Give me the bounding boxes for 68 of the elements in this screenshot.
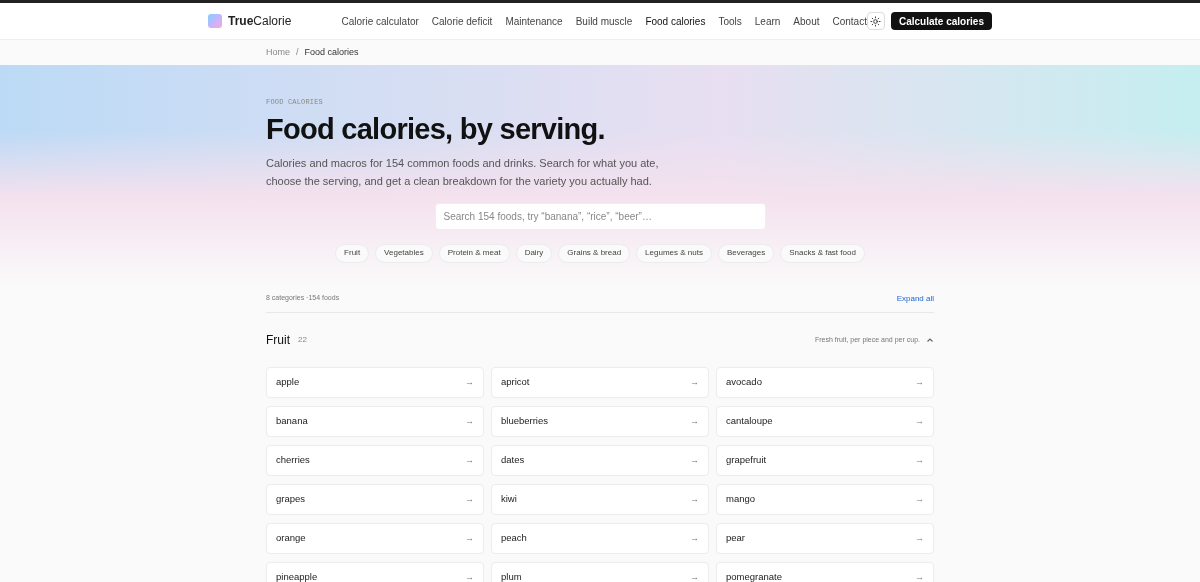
- hero-description: Calories and macros for 154 common foods and drinks. Search for what you ate, choose the serving, and get a clean breakdown for the variety you actually had.: [266, 155, 660, 189]
- logo[interactable]: TrueCalorie: [228, 12, 292, 30]
- food-item-card[interactable]: pear →: [716, 523, 934, 554]
- arrow-icon: →: [465, 453, 474, 468]
- food-item-card[interactable]: plum →: [491, 562, 709, 582]
- nav-link[interactable]: Calorie deficit: [431, 13, 493, 29]
- arrow-icon: →: [915, 531, 924, 546]
- food-item-card[interactable]: mango →: [716, 484, 934, 515]
- food-item-card[interactable]: apricot →: [491, 367, 709, 398]
- category-chip[interactable]: Beverages: [717, 243, 775, 263]
- food-item-card[interactable]: pomegranate →: [716, 562, 934, 582]
- breadcrumb-separator: /: [296, 45, 299, 59]
- arrow-icon: →: [915, 492, 924, 507]
- nav-link[interactable]: Food calories: [645, 13, 706, 29]
- category-chip[interactable]: Grains & bread: [558, 243, 631, 263]
- category-chip[interactable]: Dairy: [515, 243, 553, 263]
- food-item-card[interactable]: blueberries →: [491, 406, 709, 437]
- nav-link[interactable]: Calorie calculator: [341, 13, 419, 29]
- food-item-card[interactable]: grapes →: [266, 484, 484, 515]
- arrow-icon: →: [690, 492, 699, 507]
- nav-link[interactable]: Contact: [832, 13, 867, 29]
- sun-icon: [870, 15, 882, 27]
- page-title: Food calories, by serving.: [266, 111, 606, 147]
- arrow-icon: →: [690, 453, 699, 468]
- category-chip[interactable]: Fruit: [335, 243, 370, 263]
- arrow-icon: →: [465, 531, 474, 546]
- category-chip[interactable]: Legumes & nuts: [636, 243, 712, 263]
- expand-all-link[interactable]: Expand all: [896, 292, 934, 305]
- search-field[interactable]: Search 154 foods, try “banana”, “rice”, “beer”…: [434, 202, 766, 230]
- arrow-icon: →: [690, 414, 699, 429]
- arrow-icon: →: [915, 375, 924, 390]
- chevron-up-icon[interactable]: [926, 336, 934, 344]
- food-item-card[interactable]: cherries →: [266, 445, 484, 476]
- arrow-icon: →: [465, 414, 474, 429]
- arrow-icon: →: [915, 570, 924, 582]
- food-item-card[interactable]: apple →: [266, 367, 484, 398]
- calculate-calories-button[interactable]: Calculate calories: [890, 12, 992, 30]
- category-title: Fruit: [266, 332, 290, 349]
- nav-link[interactable]: Tools: [718, 13, 742, 29]
- food-item-card[interactable]: grapefruit →: [716, 445, 934, 476]
- category-chip[interactable]: Protein & meat: [438, 243, 510, 263]
- food-item-card[interactable]: peach →: [491, 523, 709, 554]
- arrow-icon: →: [465, 375, 474, 390]
- arrow-icon: →: [465, 492, 474, 507]
- category-chip[interactable]: Snacks & fast food: [780, 243, 865, 263]
- nav-link[interactable]: Learn: [754, 13, 781, 29]
- theme-toggle-button[interactable]: [866, 12, 885, 30]
- arrow-icon: →: [690, 570, 699, 582]
- logo-icon: [208, 14, 222, 28]
- category-count: 22: [298, 334, 307, 346]
- food-item-card[interactable]: orange →: [266, 523, 484, 554]
- arrow-icon: →: [915, 414, 924, 429]
- nav-link[interactable]: About: [793, 13, 820, 29]
- nav-link[interactable]: Build muscle: [575, 13, 633, 29]
- food-item-card[interactable]: banana →: [266, 406, 484, 437]
- food-item-card[interactable]: kiwi →: [491, 484, 709, 515]
- breadcrumb-current: Food calories: [304, 45, 359, 59]
- category-chip[interactable]: Vegetables: [375, 243, 433, 263]
- food-item-card[interactable]: cantaloupe →: [716, 406, 934, 437]
- food-item-card[interactable]: pineapple →: [266, 562, 484, 582]
- arrow-icon: →: [915, 453, 924, 468]
- food-item-card[interactable]: avocado →: [716, 367, 934, 398]
- nav-link[interactable]: Maintenance: [505, 13, 563, 29]
- arrow-icon: →: [690, 375, 699, 390]
- food-item-card[interactable]: dates →: [491, 445, 709, 476]
- arrow-icon: →: [465, 570, 474, 582]
- breadcrumb-link[interactable]: Home: [266, 45, 290, 60]
- arrow-icon: →: [690, 531, 699, 546]
